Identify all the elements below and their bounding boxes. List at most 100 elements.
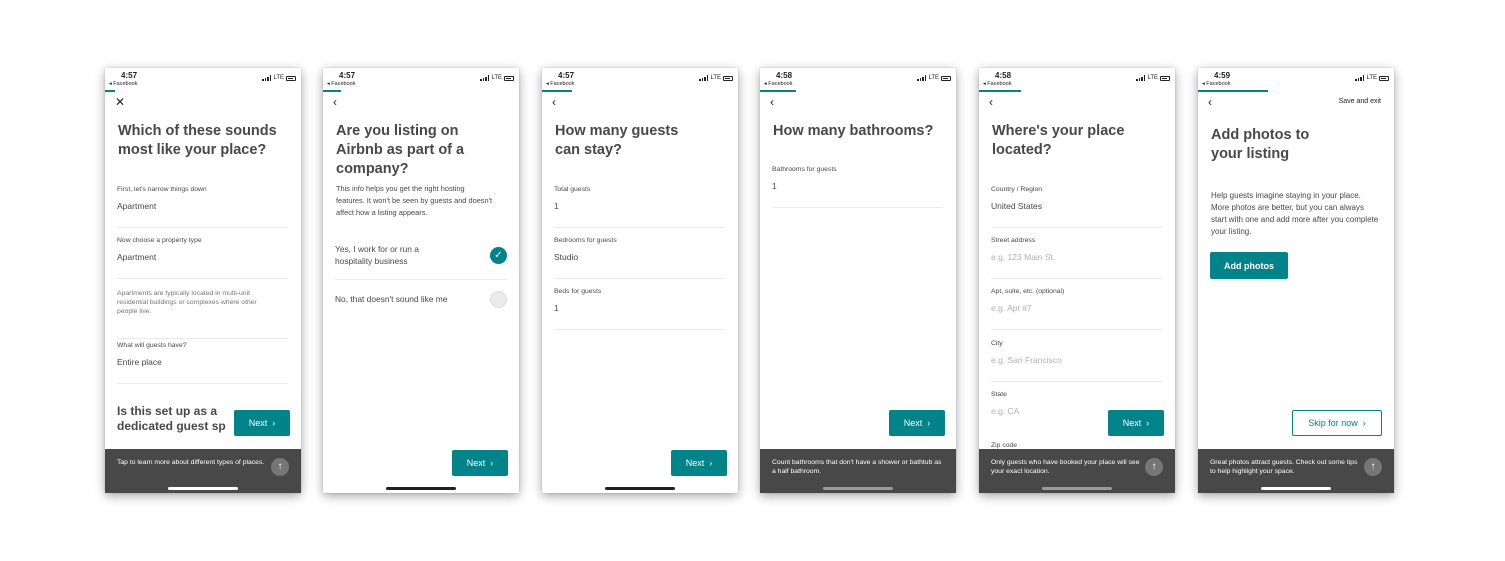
total-guests-field[interactable]: Total guests 1 [554, 186, 725, 228]
back-icon[interactable]: ‹ [1208, 95, 1212, 109]
network-label: LTE [1366, 75, 1377, 81]
skip-label: Skip for now [1308, 418, 1358, 428]
field-value: Apartment [117, 252, 157, 262]
back-icon[interactable]: ‹ [770, 95, 774, 109]
radio-unselected-icon[interactable] [490, 291, 507, 308]
property-type-note: Apartments are typically located in mult… [117, 289, 288, 339]
apt-suite-field[interactable]: Apt, suite, etc. (optional) e.g. Apt #7 [991, 288, 1162, 330]
beds-field[interactable]: Beds for guests 1 [554, 288, 725, 330]
chevron-right-icon: › [272, 418, 276, 428]
arrow-up-icon[interactable]: ↑ [1145, 458, 1163, 476]
add-photos-button[interactable]: Add photos [1210, 252, 1288, 279]
back-icon[interactable]: ‹ [552, 95, 556, 109]
checkmark-icon[interactable]: ✓ [490, 247, 507, 264]
status-time: 4:58 [776, 71, 793, 80]
next-button[interactable]: Next › [452, 450, 508, 476]
field-label: City [991, 340, 1003, 347]
guest-space-field[interactable]: What will guests have? Entire place [117, 342, 288, 384]
back-to-facebook-link[interactable]: ◂ Facebook [109, 81, 137, 87]
bathrooms-field[interactable]: Bathrooms for guests 1 [772, 166, 943, 208]
tip-bar[interactable]: Only guests who have booked your place w… [979, 449, 1175, 493]
home-indicator [168, 487, 238, 490]
network-label: LTE [928, 75, 939, 81]
bedrooms-field[interactable]: Bedrooms for guests Studio [554, 237, 725, 279]
page-title: Which of these sounds most like your pla… [118, 123, 277, 158]
status-time: 4:57 [558, 71, 575, 80]
tip-bar[interactable]: Tap to learn more about different types … [105, 449, 301, 493]
signal-indicator: LTE [480, 75, 514, 81]
divider [335, 279, 507, 280]
back-to-facebook-link[interactable]: ◂ Facebook [764, 81, 792, 87]
page-title: Where's your place located? [992, 123, 1125, 158]
network-label: LTE [1147, 75, 1158, 81]
status-bar: 4:58 ◂ Facebook LTE [979, 68, 1175, 90]
field-label: Zip code [991, 442, 1018, 449]
property-type-field[interactable]: Now choose a property type Apartment [117, 237, 288, 279]
field-label: Now choose a property type [117, 237, 202, 244]
screen-add-photos: 4:59 ◂ Facebook LTE ‹ Save and exit Add … [1198, 68, 1394, 493]
option-hospitality-business[interactable]: Yes, I work for or run a hospitality bus… [335, 243, 507, 267]
back-to-facebook-link[interactable]: ◂ Facebook [546, 81, 574, 87]
back-to-facebook-link[interactable]: ◂ Facebook [327, 81, 355, 87]
progress-bar [760, 90, 796, 92]
page-title: How many guests can stay? [555, 123, 679, 158]
home-indicator [1261, 487, 1331, 490]
chevron-right-icon: › [927, 418, 931, 428]
tip-text: Only guests who have booked your place w… [991, 459, 1140, 475]
field-value: Studio [554, 252, 579, 262]
arrow-up-icon[interactable]: ↑ [271, 458, 289, 476]
battery-icon [286, 75, 296, 81]
tip-bar[interactable]: Great photos attract guests. Check out s… [1198, 449, 1394, 493]
home-indicator [605, 487, 675, 490]
tip-text: Tap to learn more about different types … [117, 459, 265, 466]
screen-property-type: 4:57 ◂ Facebook LTE ✕ Which of these sou… [105, 68, 301, 493]
close-icon[interactable]: ✕ [115, 95, 125, 109]
progress-bar [323, 90, 341, 92]
option-not-business[interactable]: No, that doesn't sound like me [335, 291, 507, 308]
progress-bar [1198, 90, 1268, 92]
field-value: 1 [554, 303, 559, 313]
next-label: Next [248, 418, 268, 428]
field-value: Entire place [117, 357, 162, 367]
next-button[interactable]: Next › [1108, 410, 1164, 436]
signal-indicator: LTE [917, 75, 951, 81]
page-subtitle: Help guests imagine staying in your plac… [1211, 191, 1379, 236]
page-title: How many bathrooms? [773, 123, 934, 139]
place-type-field[interactable]: First, let's narrow things down Apartmen… [117, 186, 288, 228]
option-label: Yes, I work for or run a hospitality bus… [335, 244, 419, 266]
back-to-facebook-link[interactable]: ◂ Facebook [1202, 81, 1230, 87]
battery-icon [504, 75, 514, 81]
status-bar: 4:59 ◂ Facebook LTE [1198, 68, 1394, 90]
chevron-right-icon: › [490, 458, 494, 468]
skip-for-now-button[interactable]: Skip for now › [1292, 410, 1382, 436]
next-label: Next [466, 458, 486, 468]
status-bar: 4:57 ◂ Facebook LTE [105, 68, 301, 90]
save-and-exit-link[interactable]: Save and exit [1339, 98, 1381, 105]
back-to-facebook-link[interactable]: ◂ Facebook [983, 81, 1011, 87]
back-icon[interactable]: ‹ [333, 95, 337, 109]
field-label: Beds for guests [554, 288, 602, 295]
field-label: What will guests have? [117, 342, 187, 349]
arrow-up-icon[interactable]: ↑ [1364, 458, 1382, 476]
next-button[interactable]: Next › [889, 410, 945, 436]
field-label: Total guests [554, 186, 591, 193]
screen-location: 4:58 ◂ Facebook LTE ‹ Where's your place… [979, 68, 1175, 493]
note-text: Apartments are typically located in mult… [117, 290, 257, 315]
home-indicator [386, 487, 456, 490]
tip-text: Count bathrooms that don't have a shower… [772, 459, 942, 475]
status-time: 4:58 [995, 71, 1012, 80]
next-button[interactable]: Next › [671, 450, 727, 476]
page-subtitle: This info helps you get the right hostin… [336, 184, 493, 217]
back-icon[interactable]: ‹ [989, 95, 993, 109]
field-label: State [991, 391, 1007, 398]
tip-bar[interactable]: Count bathrooms that don't have a shower… [760, 449, 956, 493]
street-address-field[interactable]: Street address e.g. 123 Main St. [991, 237, 1162, 279]
signal-bars-icon [917, 75, 927, 81]
progress-bar [105, 90, 115, 92]
city-field[interactable]: City e.g. San Francisco [991, 340, 1162, 382]
field-value: Apartment [117, 201, 157, 211]
next-button[interactable]: Next › [234, 410, 290, 436]
signal-bars-icon [699, 75, 709, 81]
country-region-field[interactable]: Country / Region United States [991, 186, 1162, 228]
section-heading: Is this set up as a dedicated guest sp [117, 404, 226, 433]
